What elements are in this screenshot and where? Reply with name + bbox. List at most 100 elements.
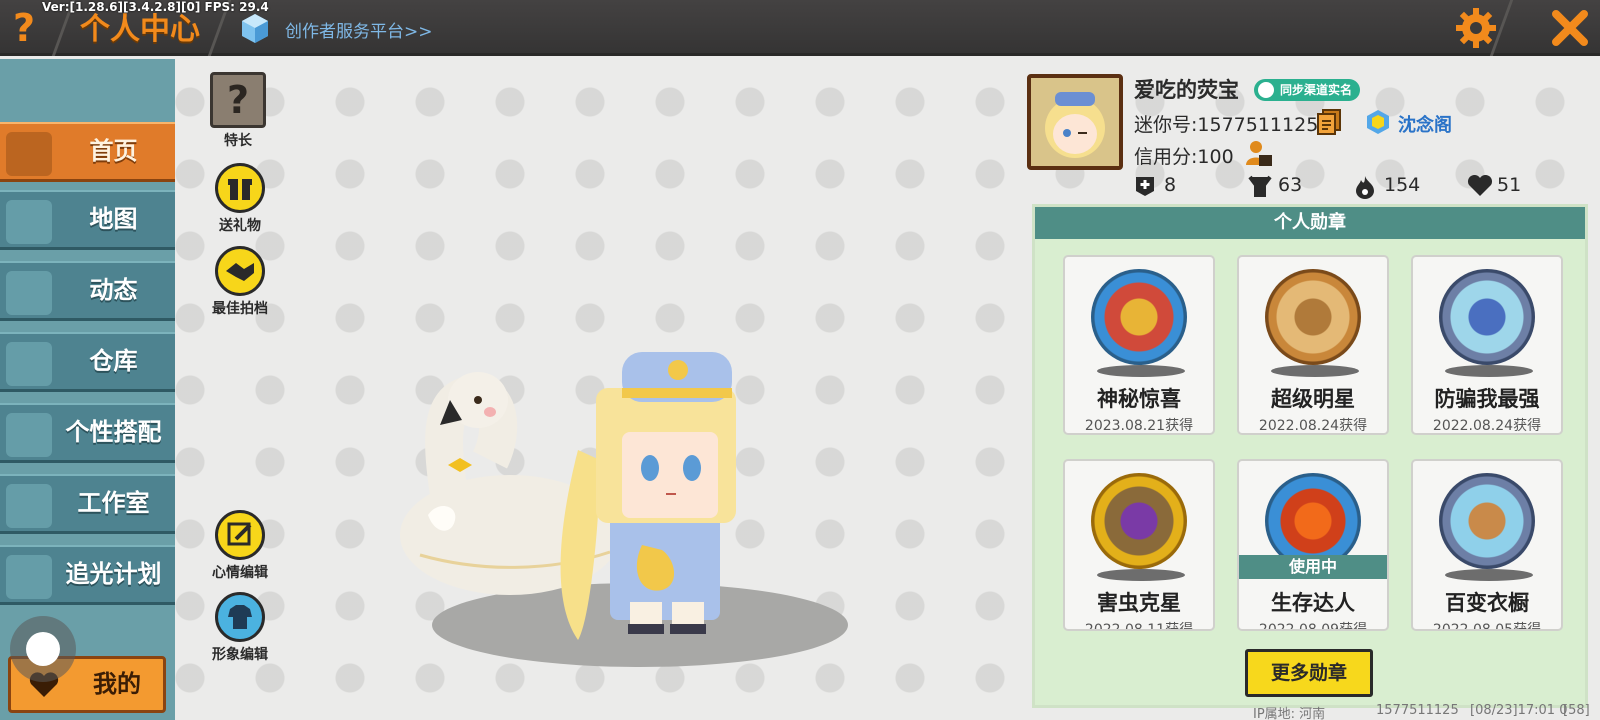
specialty-label: 特长 bbox=[224, 133, 252, 149]
image-edit-button[interactable]: 形象编辑 bbox=[200, 592, 280, 664]
sidebar-item-map[interactable]: 地图 bbox=[0, 190, 175, 250]
sidebar-item-warehouse[interactable]: 仓库 bbox=[0, 332, 175, 392]
medal-shadow bbox=[1097, 569, 1185, 581]
medal-name: 防骗我最强 bbox=[1434, 387, 1540, 411]
sidebar-item-studio[interactable]: 工作室 bbox=[0, 474, 175, 534]
bell-icon bbox=[6, 271, 52, 315]
question-box-icon: ? bbox=[210, 72, 266, 128]
stat-likes-value: 51 bbox=[1497, 174, 1522, 196]
avatar-portrait bbox=[1031, 78, 1119, 166]
gift-icon bbox=[215, 163, 265, 213]
medal-card[interactable]: 超级明星 2022.08.24获得 bbox=[1237, 255, 1389, 435]
medal-name: 百变衣橱 bbox=[1445, 591, 1529, 615]
close-icon[interactable] bbox=[1548, 6, 1592, 50]
mini-id: 迷你号:1577511125 bbox=[1134, 114, 1319, 136]
cheering-person-icon bbox=[1248, 175, 1272, 197]
medal-panel: 个人勋章 神秘惊喜 2023.08.21获得 超级明星 2022.08.24获得… bbox=[1032, 204, 1588, 708]
medal-name: 生存达人 bbox=[1271, 591, 1355, 615]
medal-shadow bbox=[1445, 569, 1533, 581]
specialty-button[interactable]: ? 特长 bbox=[198, 72, 278, 150]
home-icon bbox=[6, 132, 52, 176]
stat-fans-value: 63 bbox=[1278, 174, 1303, 196]
sidebar-item-label: 动态 bbox=[89, 276, 138, 304]
gear-icon[interactable] bbox=[1454, 6, 1498, 50]
help-button[interactable]: ? bbox=[0, 0, 48, 56]
mood-edit-button[interactable]: 心情编辑 bbox=[200, 510, 280, 582]
best-partner-button[interactable]: 最佳拍档 bbox=[200, 246, 280, 318]
studio-icon bbox=[6, 484, 52, 528]
medal-shadow bbox=[1271, 365, 1359, 377]
footer-uid: 1577511125 bbox=[1376, 703, 1459, 718]
mine-label: 我的 bbox=[93, 670, 141, 698]
sidebar-item-home[interactable]: 首页 bbox=[0, 122, 175, 182]
medal-name: 超级明星 bbox=[1271, 387, 1355, 411]
cube-icon bbox=[242, 14, 268, 43]
sidebar-item-label: 首页 bbox=[89, 137, 138, 165]
hexagon-badge-icon bbox=[1367, 110, 1389, 134]
stat-plus-value: 8 bbox=[1164, 174, 1177, 196]
credit-score: 信用分:100 bbox=[1134, 146, 1234, 168]
shirt-icon bbox=[215, 592, 265, 642]
medal-shadow bbox=[1445, 365, 1533, 377]
character-avatar-scene[interactable] bbox=[400, 340, 880, 700]
send-gift-button[interactable]: 送礼物 bbox=[200, 163, 280, 235]
question-icon: ? bbox=[12, 6, 36, 50]
avatar[interactable] bbox=[1027, 74, 1123, 170]
medal-date: 2022.08.05获得 bbox=[1432, 622, 1542, 631]
sidebar-item-label: 仓库 bbox=[89, 347, 138, 375]
mystery-surprise-medal-icon bbox=[1091, 269, 1187, 365]
best-partner-label: 最佳拍档 bbox=[212, 301, 268, 317]
shen-nian-ge-link[interactable]: 沈念阁 bbox=[1398, 111, 1452, 137]
footer-time: [08/23]17:01 0 bbox=[1470, 703, 1568, 718]
girl-character bbox=[560, 352, 736, 640]
footer-num: [58] bbox=[1563, 703, 1590, 718]
creator-platform-link[interactable]: 创作者服务平台>> bbox=[285, 17, 433, 42]
image-edit-label: 形象编辑 bbox=[212, 647, 268, 663]
anti-fraud-medal-icon bbox=[1439, 269, 1535, 365]
medal-shadow bbox=[1097, 365, 1185, 377]
ip-location: IP属地: 河南 bbox=[1253, 707, 1326, 720]
medal-date: 2022.08.11获得 bbox=[1084, 622, 1194, 631]
medal-card[interactable]: 神秘惊喜 2023.08.21获得 bbox=[1063, 255, 1215, 435]
sync-realname-badge[interactable]: 同步渠道实名 bbox=[1254, 79, 1361, 101]
sidebar-item-dynamic[interactable]: 动态 bbox=[0, 261, 175, 321]
plus-box-icon bbox=[1136, 177, 1154, 196]
medal-date: 2022.08.09获得 bbox=[1258, 622, 1368, 631]
warehouse-icon bbox=[6, 342, 52, 386]
medal-card[interactable]: 防骗我最强 2022.08.24获得 bbox=[1411, 255, 1563, 435]
handshake-icon bbox=[215, 246, 265, 296]
sidebar-item-outfit[interactable]: 个性搭配 bbox=[0, 403, 175, 463]
medal-card[interactable]: 百变衣橱 2022.08.05获得 bbox=[1411, 459, 1563, 631]
wardrobe-medal-icon bbox=[1439, 473, 1535, 569]
more-medals-button[interactable]: 更多勋章 bbox=[1245, 649, 1373, 697]
credit-person-icon[interactable] bbox=[1245, 139, 1273, 167]
floating-button-dot bbox=[26, 632, 60, 666]
fire-icon bbox=[1356, 176, 1374, 199]
heart-icon bbox=[1467, 175, 1493, 196]
medal-panel-title: 个人勋章 bbox=[1035, 207, 1585, 239]
stat-fire-value: 154 bbox=[1384, 174, 1421, 196]
outfit-icon bbox=[6, 413, 52, 457]
sync-badge-label: 同步渠道实名 bbox=[1280, 83, 1353, 97]
superstar-medal-icon bbox=[1265, 269, 1361, 365]
sidebar-item-light-plan[interactable]: 追光计划 bbox=[0, 545, 175, 605]
medal-date: 2023.08.21获得 bbox=[1084, 418, 1194, 434]
nickname: 爱吃的荧宝 bbox=[1134, 78, 1239, 102]
person-check-icon bbox=[1258, 82, 1274, 98]
sidebar-item-label: 工作室 bbox=[77, 489, 150, 517]
in-use-badge: 使用中 bbox=[1239, 555, 1387, 579]
map-icon bbox=[6, 200, 52, 244]
medal-date: 2022.08.24获得 bbox=[1432, 418, 1542, 434]
medal-date: 2022.08.24获得 bbox=[1258, 418, 1368, 434]
sidebar-item-label: 追光计划 bbox=[65, 560, 162, 588]
copy-icon[interactable] bbox=[1317, 109, 1341, 135]
edit-icon bbox=[215, 510, 265, 560]
sidebar-item-label: 地图 bbox=[89, 205, 138, 233]
version-fps-text: Ver:[1.28.6][3.4.2.8][0] FPS: 29.4 bbox=[42, 0, 269, 14]
medal-card[interactable]: 使用中 生存达人 2022.08.09获得 bbox=[1237, 459, 1389, 631]
send-gift-label: 送礼物 bbox=[219, 218, 261, 234]
medal-name: 害虫克星 bbox=[1097, 591, 1181, 615]
medal-card[interactable]: 害虫克星 2022.08.11获得 bbox=[1063, 459, 1215, 631]
floating-assistive-button[interactable] bbox=[10, 616, 76, 682]
medal-name: 神秘惊喜 bbox=[1097, 387, 1181, 411]
